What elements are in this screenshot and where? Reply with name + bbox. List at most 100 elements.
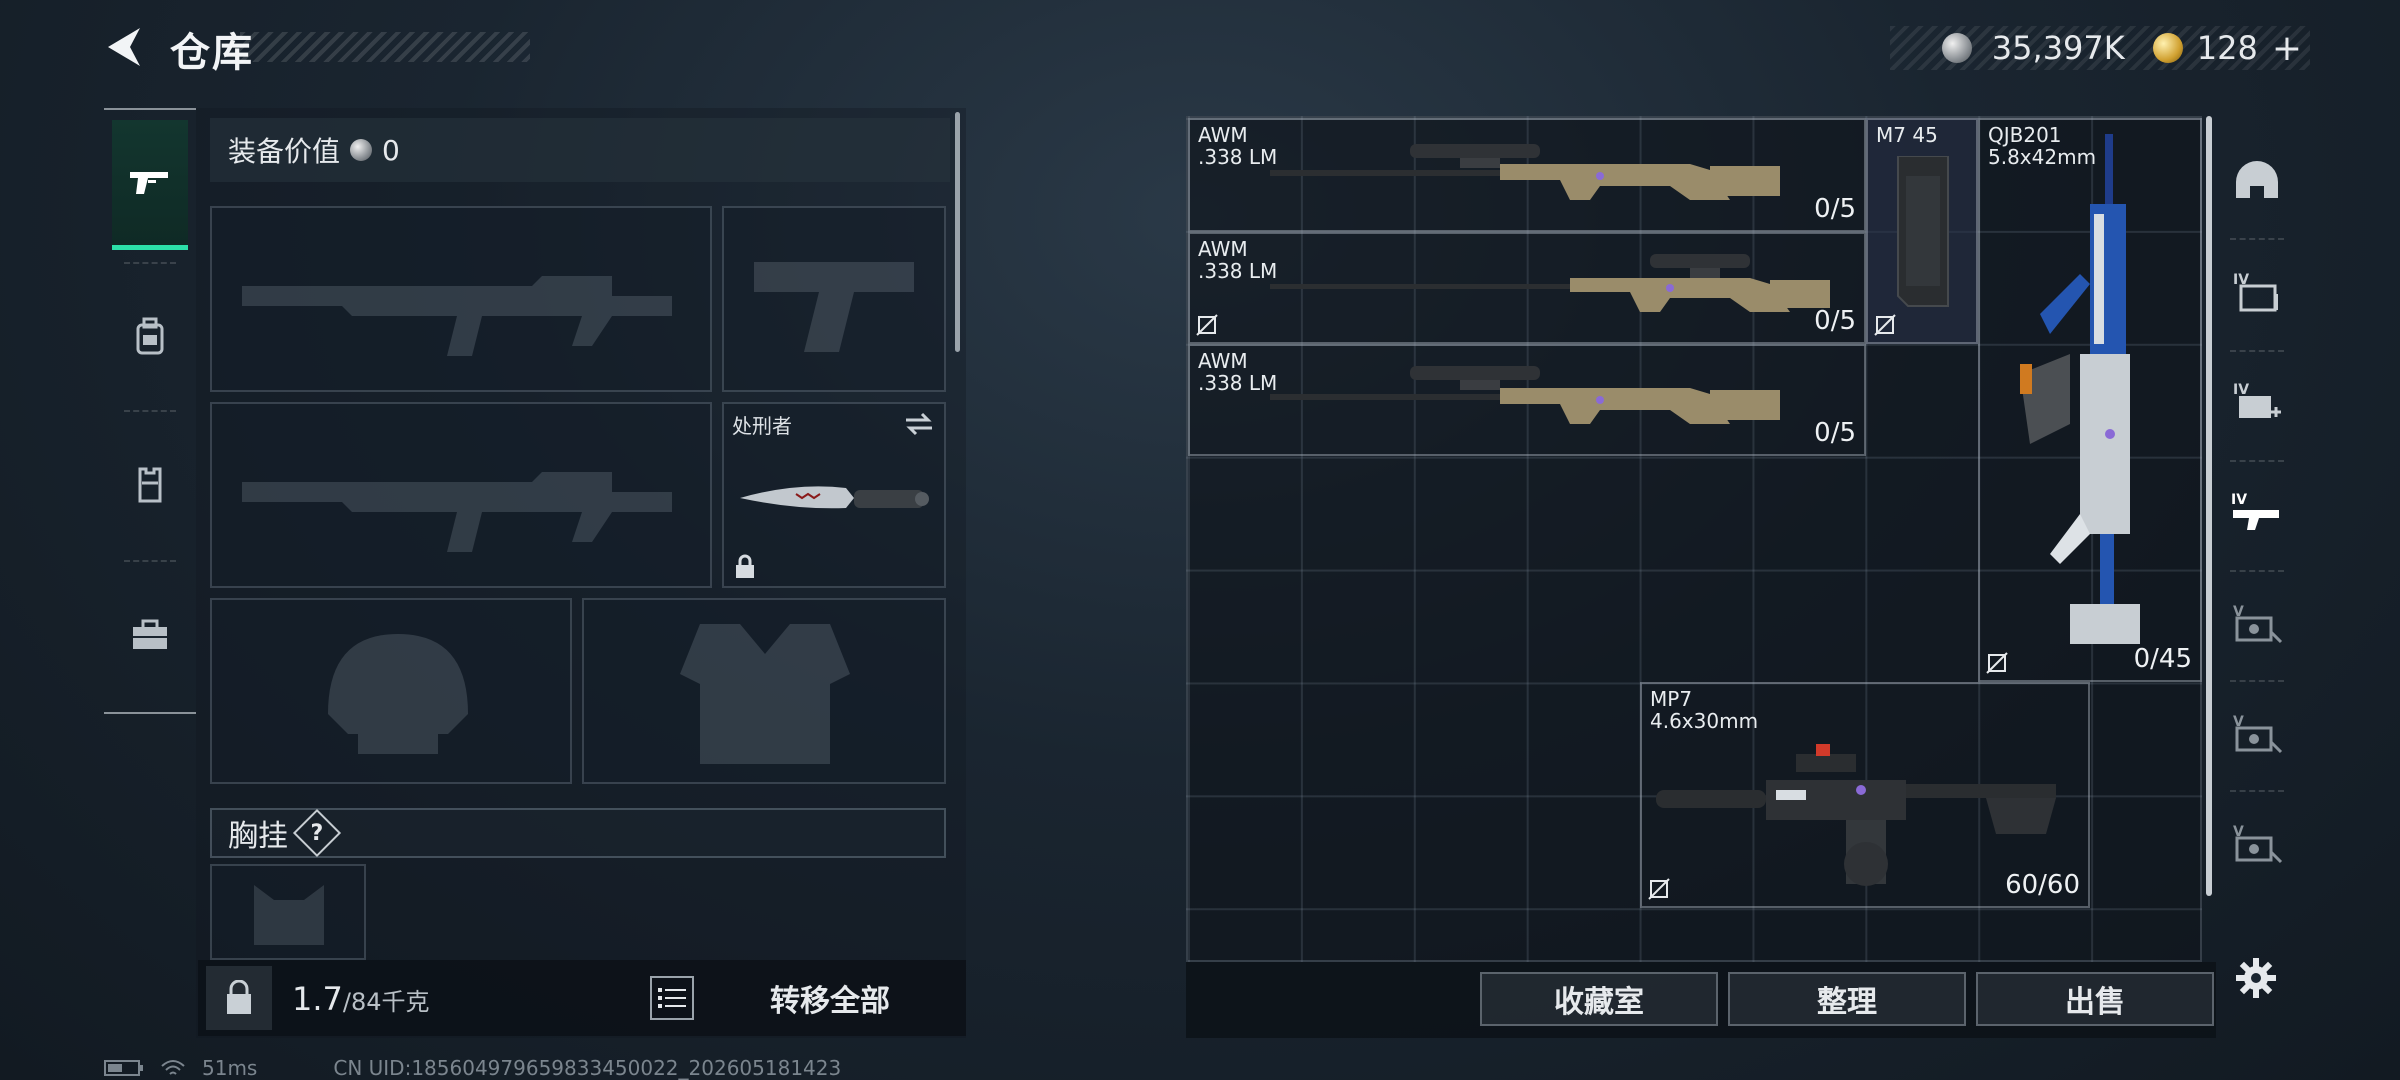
- svg-text:IV: IV: [2231, 492, 2247, 508]
- back-arrow-icon: [108, 28, 140, 66]
- tab-weapons[interactable]: [112, 120, 188, 250]
- currency-bar: 35,397K 128 +: [1890, 26, 2310, 70]
- vest-icon: [138, 467, 162, 503]
- primary-weapon-slot-2[interactable]: [210, 402, 712, 588]
- equip-value-label: 装备价值: [228, 135, 341, 168]
- combat-knife-icon: [740, 486, 929, 509]
- silver-coin-icon: [1941, 33, 1972, 63]
- gold-coin-icon: [2152, 33, 2183, 63]
- settings-button[interactable]: [2228, 950, 2284, 1006]
- equip-value-bar: 装备价值 0: [210, 118, 950, 182]
- item-ammo-count: 0/5: [1814, 418, 1856, 448]
- filter-divider: [2230, 680, 2284, 682]
- item-name: AWM .338 LM: [1198, 237, 1278, 283]
- storage-filter-sidebar: IV IV IV V V V: [2218, 118, 2296, 958]
- storage-item-mp7[interactable]: MP7 4.6x30mm 60/60: [1640, 682, 2090, 908]
- awm-sniper-icon: [1270, 366, 1780, 424]
- tab-items[interactable]: [112, 570, 188, 700]
- storage-item-m7-magazine[interactable]: M7 45: [1866, 118, 1978, 344]
- primary-weapon-slot-1[interactable]: [210, 206, 712, 392]
- filter-ammo[interactable]: IV: [2222, 258, 2292, 328]
- storage-grid[interactable]: AWM .338 LM 0/5 AWM .338 LM 0/5 AWM .338…: [1186, 116, 2202, 962]
- tab-backpack[interactable]: [112, 272, 188, 402]
- sell-button[interactable]: 出售: [1976, 972, 2214, 1026]
- filter-medical[interactable]: IV: [2222, 368, 2292, 438]
- helmet-filter-icon: [2236, 161, 2278, 198]
- silver-coin-icon: [350, 139, 373, 161]
- filter-weapons[interactable]: IV: [2222, 478, 2292, 548]
- melee-slot[interactable]: 处刑者: [722, 402, 946, 588]
- transfer-all-button[interactable]: 转移全部: [730, 970, 930, 1026]
- storage-item-awm-2[interactable]: AWM .338 LM 0/5: [1188, 232, 1866, 344]
- chest-rig-slot[interactable]: [210, 864, 366, 960]
- item-ammo-count: 0/5: [1814, 194, 1856, 224]
- helmet-slot[interactable]: [210, 598, 572, 784]
- storage-item-awm-3[interactable]: AWM .338 LM 0/5: [1188, 344, 1866, 456]
- rifle-silhouette-icon: [242, 276, 672, 356]
- storage-item-qjb201[interactable]: QJB201 5.8x42mm 0/45: [1978, 118, 2202, 682]
- item-name: AWM .338 LM: [1198, 123, 1278, 169]
- tab-divider: [124, 410, 176, 412]
- uid-text: CN UID:185604979659833450022_20260518142…: [333, 1056, 842, 1080]
- tab-armor[interactable]: [112, 420, 188, 550]
- battery-icon: [104, 1060, 143, 1076]
- filter-divider: [2230, 570, 2284, 572]
- armor-slot[interactable]: [582, 598, 946, 784]
- silver-balance: 35,397K: [1991, 29, 2125, 67]
- filter-helmet[interactable]: [2222, 146, 2292, 216]
- magazine-icon: [1897, 156, 1949, 307]
- chest-rig-label: 胸挂: [228, 819, 288, 854]
- list-view-button[interactable]: [650, 976, 694, 1020]
- pistol-slot[interactable]: [722, 206, 946, 392]
- gun-iv-icon: IV: [2231, 492, 2279, 530]
- filter-divider: [2230, 790, 2284, 792]
- filter-item-v-3[interactable]: V: [2222, 810, 2292, 880]
- backpack-icon: [136, 317, 164, 355]
- weight-lock-button[interactable]: [206, 966, 272, 1030]
- ammo-box-iv-icon: IV: [2233, 272, 2278, 312]
- awm-sniper-icon: [1270, 144, 1780, 200]
- rifle-silhouette-icon: [242, 472, 672, 552]
- weight-max: /84千克: [342, 988, 430, 1016]
- medkit-iv-icon: IV: [2233, 382, 2281, 418]
- briefcase-icon: [133, 619, 167, 649]
- item-v-icon: V: [2233, 604, 2283, 644]
- help-icon: ?: [310, 820, 324, 846]
- back-button[interactable]: [100, 22, 150, 72]
- mp7-smg-icon: [1656, 744, 2056, 886]
- no-trade-icon: [1648, 878, 1670, 900]
- list-icon: [658, 988, 686, 1008]
- filter-divider: [2230, 238, 2284, 240]
- item-ammo-count: 60/60: [2005, 870, 2080, 900]
- pistol-silhouette-icon: [754, 262, 914, 352]
- item-v-icon-3: V: [2233, 824, 2283, 864]
- qjb201-rifle-icon: [2020, 134, 2140, 644]
- category-tabs: [104, 108, 196, 714]
- chest-rig-silhouette-icon: [254, 885, 324, 945]
- add-currency-button[interactable]: +: [2272, 28, 2302, 69]
- help-button[interactable]: ?: [292, 808, 342, 858]
- helmet-silhouette-icon: [328, 634, 468, 754]
- no-trade-icon: [1196, 314, 1218, 336]
- weight-current: 1.7: [292, 980, 343, 1018]
- weight-display: 1.7/84千克: [292, 980, 430, 1018]
- wifi-icon: [161, 1060, 185, 1075]
- sort-button[interactable]: 整理: [1728, 972, 1966, 1026]
- storage-item-awm-1[interactable]: AWM .338 LM 0/5: [1188, 118, 1866, 232]
- filter-item-v-1[interactable]: V: [2222, 590, 2292, 660]
- loadout-scrollbar[interactable]: [955, 112, 960, 352]
- gold-balance: 128: [2196, 29, 2258, 67]
- gear-icon: [2236, 958, 2276, 998]
- item-ammo-count: 0/45: [2133, 644, 2192, 674]
- ping-value: 51ms: [202, 1056, 258, 1080]
- equip-value: 0: [382, 133, 400, 167]
- no-trade-icon: [1986, 652, 2008, 674]
- svg-text:IV: IV: [2233, 382, 2249, 398]
- collection-room-button[interactable]: 收藏室: [1480, 972, 1718, 1026]
- filter-item-v-2[interactable]: V: [2222, 700, 2292, 770]
- item-name: M7 45: [1876, 123, 1938, 147]
- swap-icon[interactable]: [904, 412, 934, 436]
- storage-scrollbar[interactable]: [2206, 116, 2212, 896]
- item-name: AWM .338 LM: [1198, 349, 1278, 395]
- weight-icon: [227, 980, 251, 1014]
